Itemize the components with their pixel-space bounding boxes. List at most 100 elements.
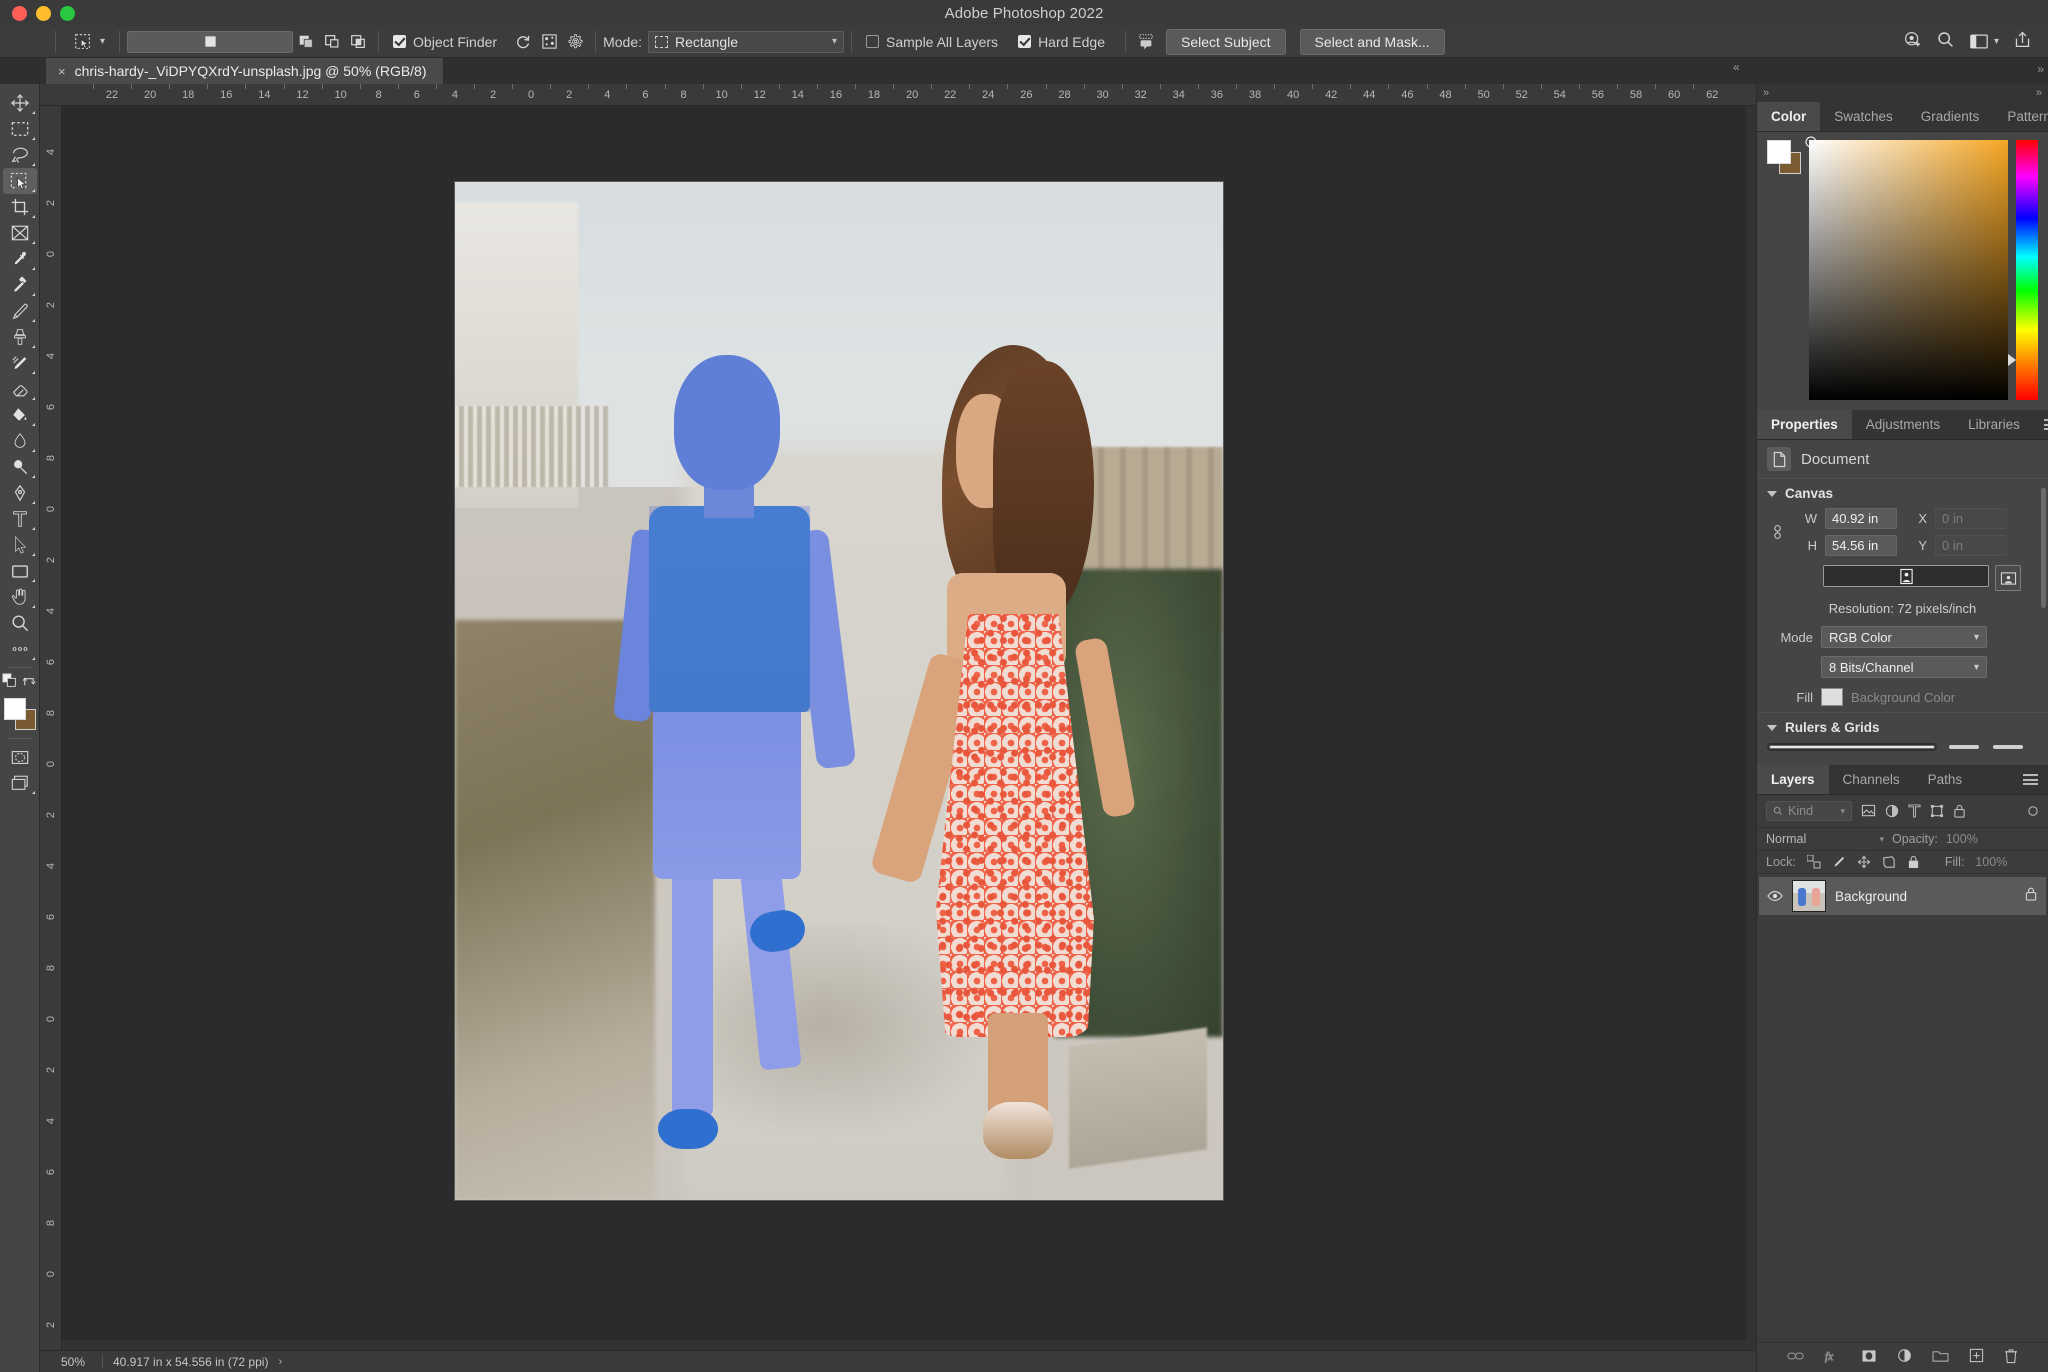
opacity-value[interactable]: 100% bbox=[1946, 832, 1978, 846]
tab-color[interactable]: Color bbox=[1757, 102, 1821, 131]
landscape-orientation-button[interactable] bbox=[1995, 565, 2021, 591]
portrait-orientation-button[interactable] bbox=[1823, 565, 1989, 587]
tab-paths[interactable]: Paths bbox=[1914, 765, 1977, 794]
tool-preset-picker[interactable]: ▾ bbox=[63, 27, 112, 57]
x-input[interactable]: 0 in bbox=[1935, 508, 2007, 529]
height-input[interactable]: 54.56 in bbox=[1825, 535, 1897, 556]
lock-position-icon[interactable] bbox=[1857, 855, 1871, 869]
canvas-section-header[interactable]: Canvas bbox=[1757, 478, 2048, 505]
filter-toggle-icon[interactable] bbox=[2027, 805, 2039, 817]
blend-mode-dropdown[interactable]: Normal ▾ bbox=[1766, 832, 1884, 846]
blur-tool[interactable] bbox=[3, 428, 37, 454]
tab-patterns[interactable]: Patterns bbox=[1993, 102, 2048, 131]
frame-tool[interactable] bbox=[3, 220, 37, 246]
width-input[interactable]: 40.92 in bbox=[1825, 508, 1897, 529]
hue-slider[interactable] bbox=[2008, 140, 2038, 400]
lock-transparent-pixels-icon[interactable] bbox=[1806, 855, 1821, 869]
panel-collapse-strip[interactable]: » » bbox=[1757, 84, 2048, 102]
eye-icon[interactable] bbox=[1767, 890, 1783, 902]
new-group-icon[interactable] bbox=[1932, 1349, 1949, 1367]
horizontal-ruler[interactable]: 22 20 18 16 14 12 10 8 6 4 2 0 2 4 6 8 10 12 14 16 18 20 22 24 2… bbox=[40, 84, 1756, 106]
canvas-vertical-scrollbar[interactable] bbox=[1746, 106, 1756, 1350]
hard-edge-checkbox[interactable]: Hard Edge bbox=[1011, 27, 1118, 57]
default-colors-icon[interactable] bbox=[2, 673, 18, 693]
zoom-level[interactable]: 50% bbox=[44, 1355, 102, 1369]
subtract-from-selection-button[interactable] bbox=[319, 29, 345, 55]
pixel-filter-icon[interactable] bbox=[1861, 804, 1876, 818]
ruler-preset-2-button[interactable] bbox=[1949, 745, 1979, 749]
tab-gradients[interactable]: Gradients bbox=[1907, 102, 1994, 131]
rectangle-tool[interactable] bbox=[3, 558, 37, 584]
panel-expand-right-icon[interactable]: » bbox=[2037, 62, 2044, 76]
select-subject-button[interactable]: Select Subject bbox=[1166, 28, 1286, 55]
mode-dropdown[interactable]: Rectangle ▾ bbox=[648, 30, 844, 53]
workspace-switcher[interactable]: ▾ bbox=[1969, 33, 1999, 50]
share-icon[interactable] bbox=[2013, 30, 2032, 53]
rulers-grids-section-header[interactable]: Rulers & Grids bbox=[1757, 712, 2048, 739]
history-brush-tool[interactable] bbox=[3, 350, 37, 376]
select-and-mask-button[interactable]: Select and Mask... bbox=[1299, 28, 1445, 55]
tab-adjustments[interactable]: Adjustments bbox=[1852, 410, 1954, 439]
feedback-icon[interactable] bbox=[1133, 29, 1159, 55]
link-icon[interactable] bbox=[1769, 521, 1785, 543]
layer-style-fx-icon[interactable]: fx bbox=[1824, 1349, 1841, 1367]
new-selection-button[interactable] bbox=[127, 30, 294, 53]
pen-tool[interactable] bbox=[3, 480, 37, 506]
hand-tool[interactable] bbox=[3, 584, 37, 610]
image-subject-girl[interactable] bbox=[870, 344, 1137, 1160]
document-canvas[interactable] bbox=[62, 106, 1756, 1350]
canvas-horizontal-scrollbar[interactable] bbox=[62, 1340, 1756, 1350]
new-layer-icon[interactable] bbox=[1969, 1348, 1984, 1367]
crop-tool[interactable] bbox=[3, 194, 37, 220]
hue-slider-handle[interactable] bbox=[2008, 354, 2016, 366]
adjustment-filter-icon[interactable] bbox=[1885, 804, 1899, 818]
shape-filter-icon[interactable] bbox=[1930, 804, 1944, 818]
table-row[interactable]: Background bbox=[1759, 877, 2046, 915]
add-layer-mask-icon[interactable] bbox=[1861, 1349, 1877, 1367]
layer-thumbnail[interactable] bbox=[1792, 880, 1826, 912]
smart-object-filter-icon[interactable] bbox=[1953, 804, 1966, 818]
foreground-color-swatch[interactable] bbox=[3, 698, 26, 720]
layer-kind-filter[interactable]: Kind ▾ bbox=[1766, 801, 1852, 821]
zoom-tool[interactable] bbox=[3, 610, 37, 636]
new-adjustment-layer-icon[interactable] bbox=[1897, 1348, 1912, 1367]
foreground-color-swatch[interactable] bbox=[1767, 140, 1791, 164]
color-picker-field[interactable] bbox=[1805, 136, 2008, 400]
panel-expand-left-icon[interactable]: « bbox=[1733, 60, 1740, 74]
eyedropper-tool[interactable] bbox=[3, 246, 37, 272]
image-subject-boy-selected[interactable] bbox=[613, 355, 857, 1150]
ruler-preset-1-button[interactable] bbox=[1769, 745, 1935, 749]
layer-name[interactable]: Background bbox=[1835, 889, 2015, 904]
object-finder-checkbox[interactable]: Object Finder bbox=[386, 27, 510, 57]
delete-layer-icon[interactable] bbox=[2004, 1348, 2018, 1368]
sample-all-layers-checkbox[interactable]: Sample All Layers bbox=[859, 27, 1011, 57]
type-filter-icon[interactable] bbox=[1908, 804, 1921, 818]
collapse-panels-icon[interactable]: » bbox=[1763, 87, 1769, 99]
ruler-preset-3-button[interactable] bbox=[1993, 745, 2023, 749]
panel-menu-icon[interactable] bbox=[2013, 765, 2048, 794]
fill-value[interactable]: 100% bbox=[1975, 855, 2007, 869]
status-menu-arrow[interactable]: › bbox=[278, 1356, 282, 1368]
color-panel-fgbg[interactable] bbox=[1767, 140, 1801, 174]
color-mode-dropdown[interactable]: RGB Color ▾ bbox=[1821, 626, 1987, 648]
lock-artboard-icon[interactable] bbox=[1882, 855, 1896, 869]
lock-all-icon[interactable] bbox=[1907, 855, 1920, 869]
fill-color-swatch[interactable] bbox=[1821, 688, 1843, 706]
tab-swatches[interactable]: Swatches bbox=[1820, 102, 1907, 131]
move-tool[interactable] bbox=[3, 90, 37, 116]
minimize-window-button[interactable] bbox=[36, 5, 51, 21]
brush-tool[interactable] bbox=[3, 298, 37, 324]
bit-depth-dropdown[interactable]: 8 Bits/Channel ▾ bbox=[1821, 656, 1987, 678]
spot-healing-brush-tool[interactable] bbox=[3, 272, 37, 298]
type-tool[interactable] bbox=[3, 506, 37, 532]
tab-libraries[interactable]: Libraries bbox=[1954, 410, 2034, 439]
maximize-window-button[interactable] bbox=[60, 5, 75, 21]
link-layers-icon[interactable] bbox=[1787, 1349, 1804, 1366]
gear-icon[interactable] bbox=[562, 29, 588, 55]
dodge-tool[interactable] bbox=[3, 454, 37, 480]
search-icon[interactable] bbox=[1936, 30, 1955, 53]
close-icon[interactable]: × bbox=[58, 64, 66, 79]
lock-image-pixels-icon[interactable] bbox=[1832, 855, 1846, 869]
object-selection-tool[interactable] bbox=[2, 168, 37, 194]
tab-layers[interactable]: Layers bbox=[1757, 765, 1829, 794]
